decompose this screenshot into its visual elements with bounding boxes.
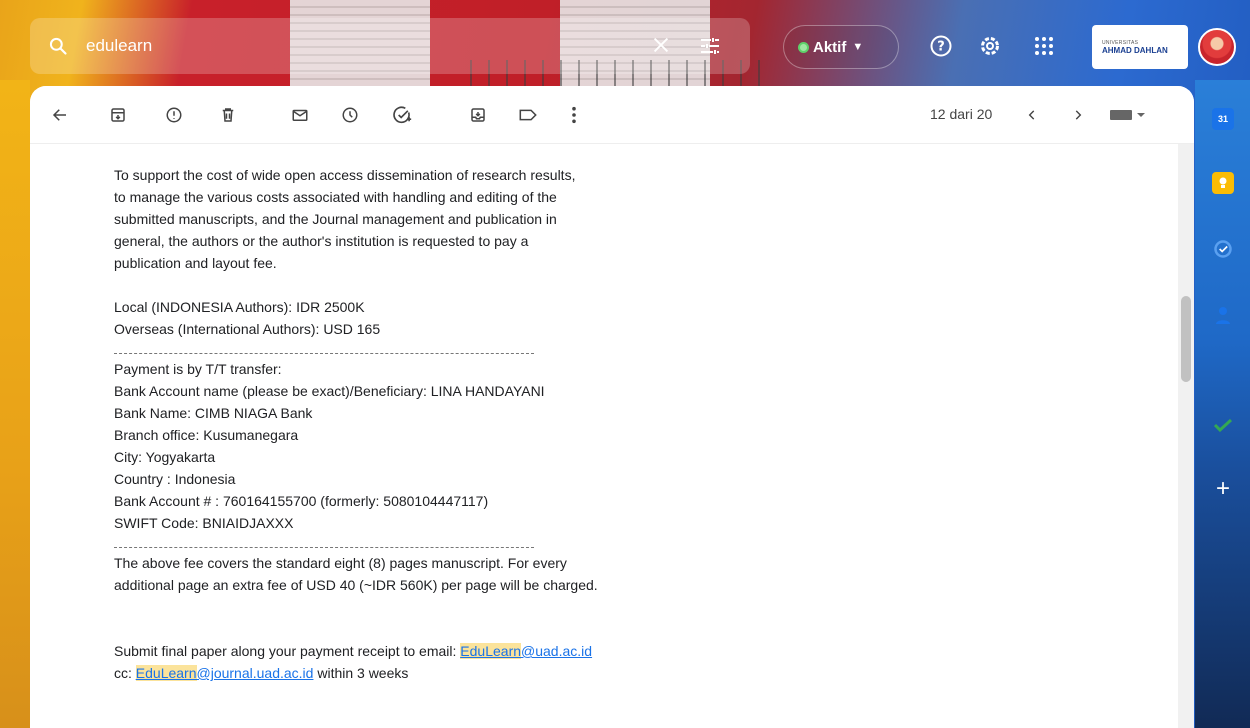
contacts-icon[interactable] [1212, 304, 1234, 326]
email-fees: Local (INDONESIA Authors): IDR 2500K Ove… [114, 299, 381, 337]
account-avatar[interactable] [1198, 28, 1236, 66]
search-options-icon[interactable] [698, 34, 722, 63]
dashed-divider [114, 534, 534, 548]
move-to-icon[interactable] [466, 103, 490, 127]
add-addon-icon[interactable]: + [1212, 475, 1234, 502]
tasks-icon[interactable] [1212, 238, 1234, 260]
organization-logo[interactable]: UNIVERSITAS AHMAD DAHLAN [1092, 25, 1188, 69]
mark-unread-icon[interactable] [288, 103, 312, 127]
apps-grid-icon[interactable] [1030, 32, 1058, 60]
pagination-count: 12 dari 20 [930, 106, 993, 122]
search-bar[interactable] [30, 18, 750, 74]
calendar-icon[interactable]: 31 [1212, 108, 1234, 130]
submit-email-link[interactable]: EduLearn@uad.ac.id [460, 643, 592, 659]
email-extra: The above fee covers the standard eight … [114, 555, 598, 593]
submit-line: Submit final paper along your payment re… [114, 643, 593, 659]
more-vert-icon[interactable] [562, 103, 586, 127]
email-payment: Payment is by T/T transfer: Bank Account… [114, 361, 545, 531]
org-logo-name: AHMAD DAHLAN [1102, 45, 1168, 55]
email-submit: Submit final paper along your payment re… [114, 640, 814, 684]
status-dot-icon [798, 41, 809, 53]
checkmark-icon [1212, 414, 1234, 436]
scrollbar-track[interactable] [1178, 144, 1194, 728]
help-icon[interactable]: ? [927, 32, 955, 60]
keyboard-icon[interactable] [1106, 103, 1150, 127]
svg-text:?: ? [937, 40, 945, 55]
background-left [0, 80, 30, 728]
arrow-back-icon[interactable] [48, 103, 72, 127]
dashed-divider [114, 340, 534, 354]
email-intro: To support the cost of wide open access … [114, 167, 576, 271]
chevron-right-icon[interactable] [1066, 103, 1090, 127]
search-icon[interactable] [30, 36, 86, 56]
chevron-down-icon: ▼ [852, 41, 864, 53]
add-task-icon[interactable] [390, 103, 414, 127]
search-input[interactable] [86, 36, 606, 56]
delete-icon[interactable] [216, 103, 240, 127]
scrollbar-thumb[interactable] [1181, 296, 1191, 382]
email-body: To support the cost of wide open access … [114, 164, 814, 684]
settings-gear-icon[interactable] [976, 32, 1004, 60]
email-panel: 12 dari 20 To support the cost of wide o… [30, 86, 1194, 728]
report-spam-icon[interactable] [162, 103, 186, 127]
cc-line: cc: EduLearn@journal.uad.ac.id within 3 … [114, 665, 409, 681]
clear-search-icon[interactable] [650, 34, 672, 61]
status-dropdown[interactable]: Aktif ▼ [783, 25, 899, 69]
cc-email-link[interactable]: EduLearn@journal.uad.ac.id [135, 665, 313, 681]
status-label: Aktif [813, 38, 847, 56]
label-icon[interactable] [516, 103, 540, 127]
email-toolbar: 12 dari 20 [30, 86, 1194, 144]
snooze-icon[interactable] [338, 103, 362, 127]
archive-icon[interactable] [106, 103, 130, 127]
chevron-left-icon[interactable] [1020, 103, 1044, 127]
keep-icon[interactable] [1212, 172, 1234, 194]
